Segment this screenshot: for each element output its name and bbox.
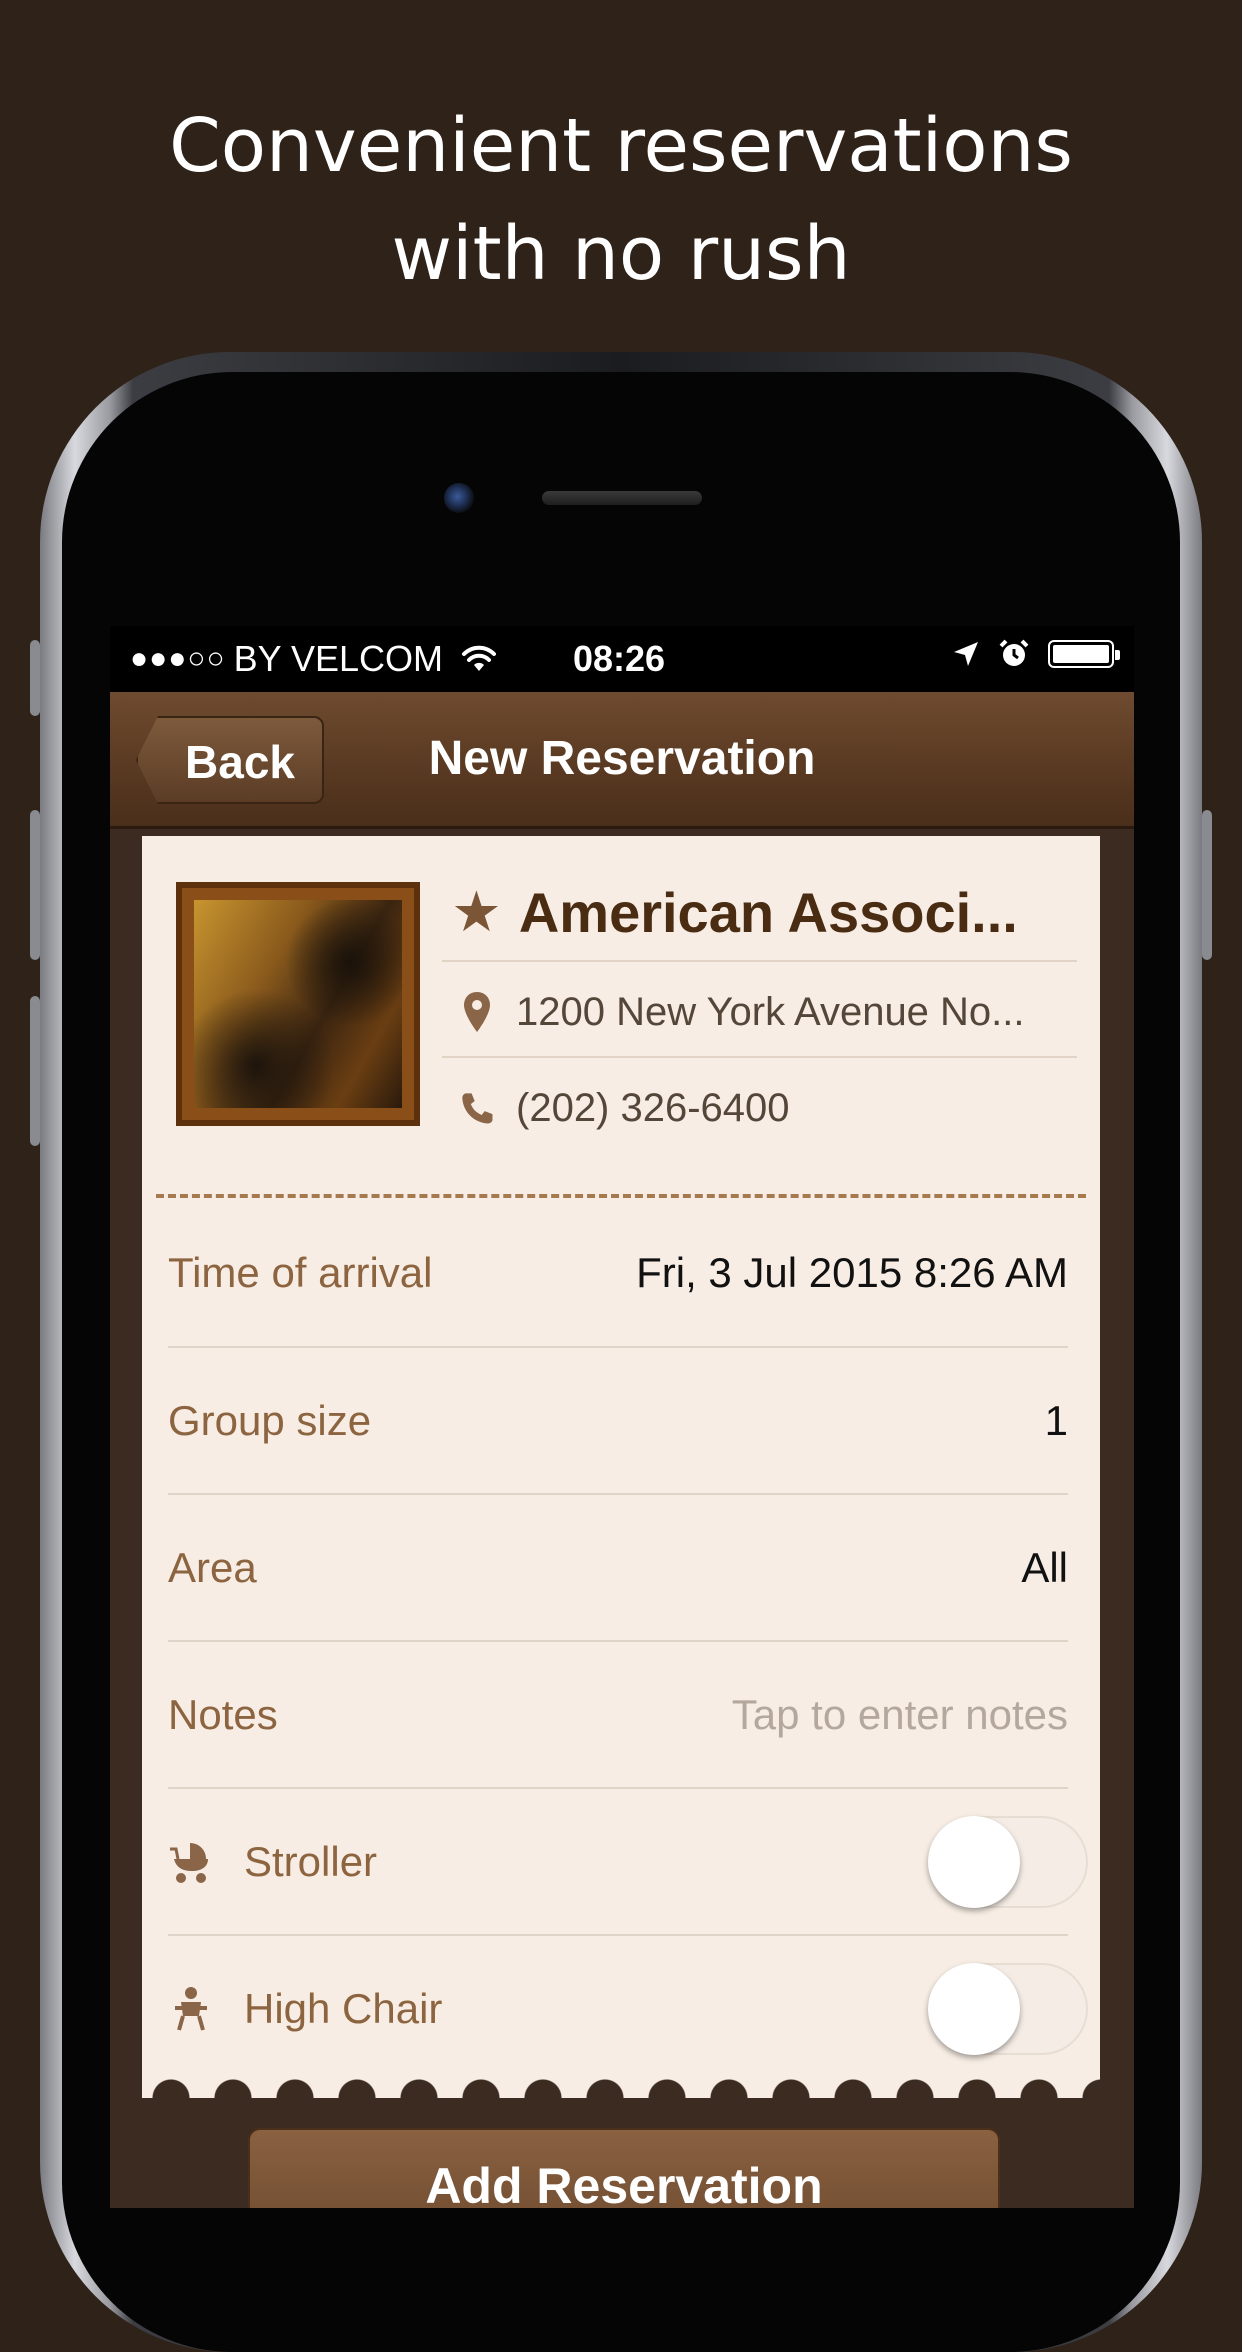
headline-line-1: Convenient reservations: [169, 103, 1073, 189]
venue-name: American Associ...: [518, 880, 1018, 944]
phone-volume-up: [30, 810, 40, 960]
back-button[interactable]: Back: [136, 716, 324, 804]
group-size-label: Group size: [168, 1397, 372, 1444]
arrival-time-label: Time of arrival: [168, 1249, 433, 1296]
notes-label: Notes: [168, 1691, 278, 1738]
map-pin-icon: [460, 990, 494, 1034]
toggle-knob: [928, 1816, 1020, 1908]
notes-row[interactable]: Notes Tap to enter notes: [168, 1642, 1068, 1788]
front-camera: [444, 483, 474, 513]
venue-photo[interactable]: [176, 882, 420, 1126]
area-row[interactable]: Area All: [168, 1495, 1068, 1641]
venue-phone: (202) 326-6400: [516, 1085, 790, 1130]
divider: [442, 960, 1077, 962]
add-reservation-button[interactable]: Add Reservation: [248, 2128, 1000, 2208]
earpiece-speaker: [542, 491, 702, 505]
arrival-time-value: Fri, 3 Jul 2015 8:26 AM: [636, 1249, 1068, 1296]
phone-power-button: [1202, 810, 1212, 960]
phone-volume-down: [30, 996, 40, 1146]
venue-phone-row[interactable]: (202) 326-6400: [460, 1066, 1090, 1150]
location-arrow-icon: [952, 640, 980, 668]
high-chair-toggle[interactable]: [928, 1963, 1088, 2055]
navigation-bar: New Reservation Back: [110, 692, 1134, 829]
carrier-info: ●●●○○ BY VELCOM: [130, 638, 497, 680]
divider: [442, 1056, 1077, 1058]
group-size-value: 1: [1044, 1397, 1068, 1444]
stroller-icon: [168, 1839, 214, 1885]
toggle-knob: [928, 1963, 1020, 2055]
stroller-toggle[interactable]: [928, 1816, 1088, 1908]
status-time: 08:26: [573, 638, 666, 679]
high-chair-label-group: High Chair: [168, 1985, 442, 2033]
high-chair-row: High Chair: [168, 1936, 1088, 2082]
stroller-label: Stroller: [244, 1838, 378, 1885]
dashed-separator: [156, 1194, 1086, 1198]
promo-headline: Convenient reservations with no rush: [0, 92, 1242, 308]
phone-screen: ●●●○○ BY VELCOM 08:26 New Reservation Ba…: [110, 626, 1134, 2208]
high-chair-label: High Chair: [244, 1985, 443, 2032]
carrier-name: BY VELCOM: [233, 638, 444, 679]
venue-address-row[interactable]: 1200 New York Avenue No...: [460, 970, 1090, 1054]
notes-placeholder: Tap to enter notes: [731, 1691, 1068, 1738]
battery-icon: [1048, 640, 1120, 668]
headline-line-2: with no rush: [391, 211, 851, 297]
wifi-icon: [461, 645, 497, 673]
star-icon[interactable]: ★: [454, 883, 499, 941]
area-value: All: [1021, 1544, 1068, 1591]
stroller-row: Stroller: [168, 1789, 1088, 1935]
status-bar: ●●●○○ BY VELCOM 08:26: [110, 626, 1134, 692]
stroller-label-group: Stroller: [168, 1838, 377, 1886]
area-label: Area: [168, 1544, 257, 1591]
high-chair-icon: [168, 1986, 214, 2032]
venue-address: 1200 New York Avenue No...: [516, 989, 1025, 1034]
group-size-row[interactable]: Group size 1: [168, 1348, 1068, 1494]
phone-icon: [460, 1086, 494, 1130]
reservation-card: ★ American Associ... 1200 New York Avenu…: [142, 836, 1100, 2098]
ticket-scalloped-edge: [142, 2066, 1100, 2098]
signal-dots: ●●●○○: [130, 642, 226, 675]
venue-name-row[interactable]: ★ American Associ...: [454, 872, 1084, 952]
status-icons: [952, 638, 1120, 670]
arrival-time-row[interactable]: Time of arrival Fri, 3 Jul 2015 8:26 AM: [168, 1200, 1068, 1346]
alarm-icon: [998, 638, 1030, 670]
phone-mute-switch: [30, 640, 40, 716]
